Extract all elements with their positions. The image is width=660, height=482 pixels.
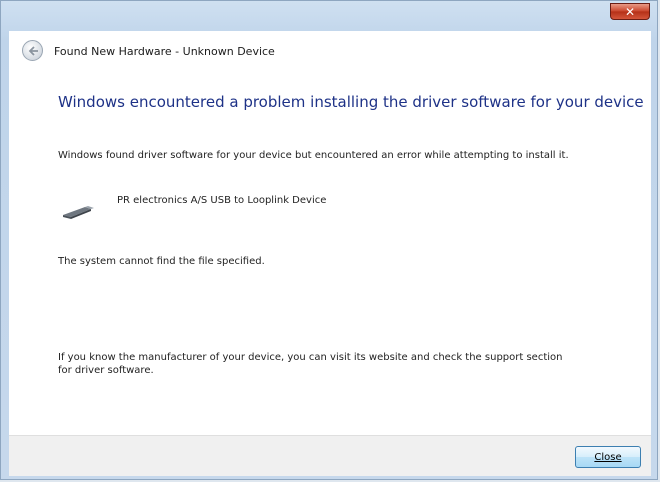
device-name: PR electronics A/S USB to Looplink Devic… <box>117 195 327 206</box>
close-button[interactable]: Close <box>575 446 641 468</box>
error-description: Windows found driver software for your d… <box>58 150 569 161</box>
dialog-header: Found New Hardware - Unknown Device <box>9 31 651 74</box>
main-heading: Windows encountered a problem installing… <box>58 93 644 111</box>
error-message: The system cannot find the file specifie… <box>58 256 265 267</box>
close-button-label: Close <box>594 451 622 463</box>
usb-device-icon <box>63 206 94 219</box>
dialog-title: Found New Hardware - Unknown Device <box>54 45 275 58</box>
back-button[interactable] <box>22 40 43 61</box>
dialog-footer: Close <box>9 435 651 476</box>
back-arrow-icon <box>28 46 38 56</box>
help-text: If you know the manufacturer of your dev… <box>58 352 563 376</box>
dialog-content: Windows encountered a problem installing… <box>9 73 651 435</box>
dialog-window: ✕ Found New Hardware - Unknown Device Wi… <box>0 0 658 480</box>
window-close-button[interactable]: ✕ <box>610 3 650 20</box>
